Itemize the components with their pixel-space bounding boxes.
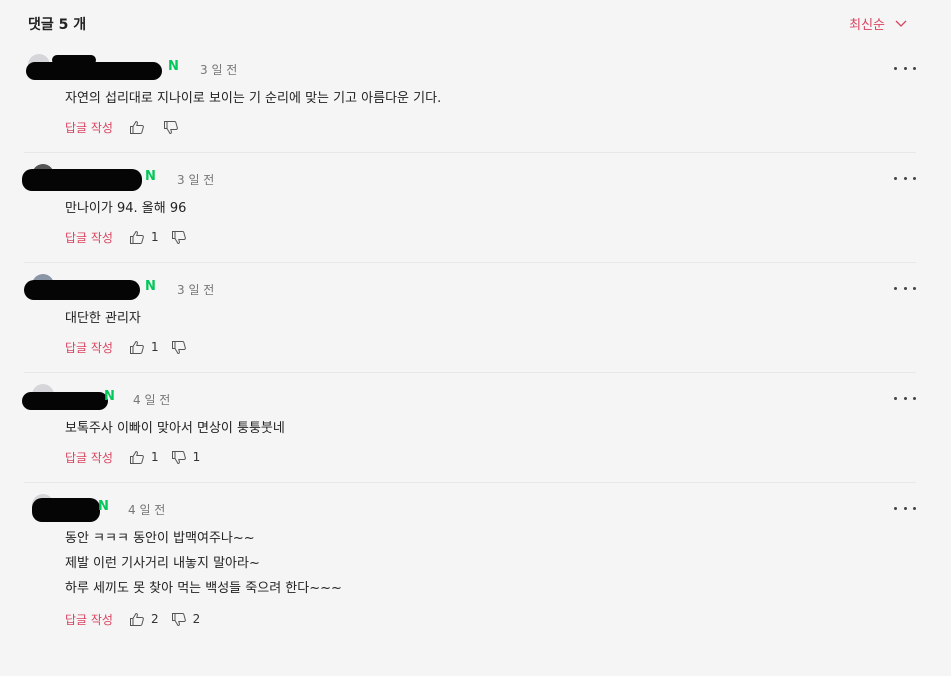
chevron-down-icon [895,20,907,27]
dislike-button[interactable] [171,340,193,355]
comment-actions: 답글 작성 1 [65,228,205,246]
like-count: 1 [150,340,159,354]
comment-body: 만나이가 94. 올해 96 [65,196,186,221]
comment-meta: N 3 일 전 [24,274,916,300]
verified-badge: N [145,279,156,294]
verified-badge: N [98,499,109,514]
like-button[interactable]: 1 [129,340,159,355]
like-button[interactable]: 1 [129,230,159,245]
comment-body: 대단한 관리자 [65,306,141,331]
like-button[interactable]: 1 [129,450,159,465]
redacted-username [32,498,100,522]
redacted-username [26,62,162,80]
comment-time: 4 일 전 [133,393,171,407]
comment-line: 보톡주사 이빠이 맞아서 면상이 퉁퉁붓네 [65,421,285,436]
comment-actions: 답글 작성 2 2 [65,610,212,628]
comment-line: 동안 ㅋㅋㅋ 동안이 밥맥여주나~~ [65,531,255,546]
verified-badge: N [104,389,115,404]
comment-line: 대단한 관리자 [65,311,141,326]
thumbs-up-icon [129,120,144,134]
redacted-username [52,55,96,65]
more-options-button[interactable] [894,391,916,405]
comment-item: N 4 일 전 보톡주사 이빠이 맞아서 면상이 퉁퉁붓네 답글 작성 1 1 [22,384,916,483]
comment-time: 3 일 전 [200,63,238,77]
comment-body: 보톡주사 이빠이 맞아서 면상이 퉁퉁붓네 [65,416,285,441]
dislike-button[interactable]: 2 [171,612,201,627]
thumbs-down-icon [171,230,186,244]
comment-line: 자연의 섭리대로 지나이로 보이는 기 순리에 맞는 기고 아름다운 기다. [65,91,442,106]
sort-label: 최신순 [849,18,885,33]
dislike-count: 1 [192,450,201,464]
comment-item: N 3 일 전 자연의 섭리대로 지나이로 보이는 기 순리에 맞는 기고 아름… [24,54,916,153]
dislike-button[interactable] [163,120,185,135]
comment-actions: 답글 작성 [65,118,197,136]
reply-button[interactable]: 답글 작성 [65,229,113,246]
comment-actions: 답글 작성 1 1 [65,448,212,466]
thumbs-up-icon [129,340,144,354]
more-options-button[interactable] [894,61,916,75]
comment-item: N 3 일 전 만나이가 94. 올해 96 답글 작성 1 [22,164,916,263]
comment-time: 3 일 전 [177,173,215,187]
comment-count-title: 댓글 5 개 [28,17,87,33]
like-count: 1 [150,450,159,464]
comment-meta: N 3 일 전 [24,54,916,80]
comments-header: 댓글 5 개 최신순 [28,14,907,36]
thumbs-down-icon [163,120,178,134]
sort-dropdown-button[interactable]: 최신순 [849,14,907,33]
more-options-button[interactable] [894,281,916,295]
comment-time: 3 일 전 [177,283,215,297]
comment-line: 하루 세끼도 못 찾아 먹는 백성들 죽으려 한다~~~ [65,581,342,596]
comment-item: N 4 일 전 동안 ㅋㅋㅋ 동안이 밥맥여주나~~ 제발 이런 기사거리 내놓… [24,494,916,644]
comment-line: 제발 이런 기사거리 내놓지 말아라~ [65,556,260,571]
thumbs-up-icon [129,230,144,244]
reply-button[interactable]: 답글 작성 [65,611,113,628]
redacted-username [24,280,140,300]
redacted-username [22,392,108,410]
thumbs-down-icon [171,612,186,626]
like-count: 2 [150,612,159,626]
like-button[interactable] [129,120,151,135]
reply-button[interactable]: 답글 작성 [65,339,113,356]
comment-time: 4 일 전 [128,503,166,517]
comment-line: 만나이가 94. 올해 96 [65,201,187,216]
verified-badge: N [145,169,156,184]
reply-button[interactable]: 답글 작성 [65,449,113,466]
like-count: 1 [150,230,159,244]
reply-button[interactable]: 답글 작성 [65,119,113,136]
comment-body: 동안 ㅋㅋㅋ 동안이 밥맥여주나~~ 제발 이런 기사거리 내놓지 말아라~ 하… [65,526,342,601]
comment-actions: 답글 작성 1 [65,338,205,356]
like-button[interactable]: 2 [129,612,159,627]
thumbs-down-icon [171,450,186,464]
dislike-button[interactable]: 1 [171,450,201,465]
thumbs-up-icon [129,450,144,464]
comments-page: 댓글 5 개 최신순 N 3 일 전 자연의 섭리대로 지나이로 보이는 기 순… [0,0,951,676]
more-options-button[interactable] [894,171,916,185]
comment-item: N 3 일 전 대단한 관리자 답글 작성 1 [24,274,916,373]
comment-meta: N 4 일 전 [24,494,916,522]
thumbs-down-icon [171,340,186,354]
comment-meta: N 3 일 전 [22,164,916,191]
dislike-button[interactable] [171,230,193,245]
more-options-button[interactable] [894,501,916,515]
comment-body: 자연의 섭리대로 지나이로 보이는 기 순리에 맞는 기고 아름다운 기다. [65,86,441,111]
comment-meta: N 4 일 전 [22,384,916,410]
redacted-username [22,169,142,191]
dislike-count: 2 [192,612,201,626]
verified-badge: N [168,59,179,74]
thumbs-up-icon [129,612,144,626]
